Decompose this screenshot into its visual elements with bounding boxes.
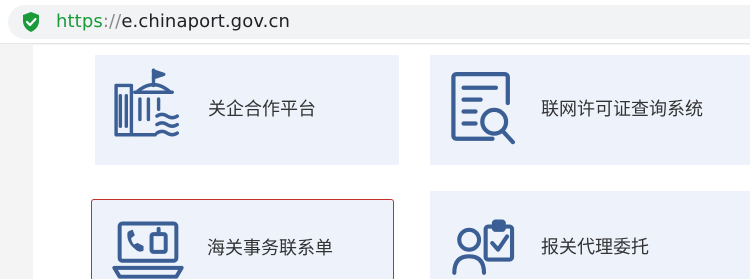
card-customs-enterprise-platform[interactable]: 关企合作平台 (95, 55, 399, 165)
url-host: e.chinaport.gov.cn (121, 11, 291, 32)
government-building-icon (114, 68, 179, 137)
document-search-icon (451, 72, 516, 145)
card-label: 报关代理委托 (541, 237, 649, 258)
card-customs-affairs-contact-form[interactable]: 海关事务联系单 (91, 199, 394, 279)
agent-clipboard-icon (452, 219, 515, 275)
browser-address-bar: https://e.chinaport.gov.cn (0, 0, 750, 44)
laptop-contact-icon (112, 221, 184, 279)
secure-shield-icon[interactable] (21, 11, 41, 33)
card-customs-declaration-agency[interactable]: 报关代理委托 (430, 191, 750, 279)
url-text[interactable]: https://e.chinaport.gov.cn (56, 11, 290, 33)
card-label: 联网许可证查询系统 (541, 99, 703, 120)
card-label: 海关事务联系单 (207, 238, 333, 259)
card-label: 关企合作平台 (208, 99, 316, 120)
url-separator: :// (102, 11, 122, 32)
card-license-query-system[interactable]: 联网许可证查询系统 (430, 55, 750, 165)
url-scheme: https (56, 11, 103, 32)
